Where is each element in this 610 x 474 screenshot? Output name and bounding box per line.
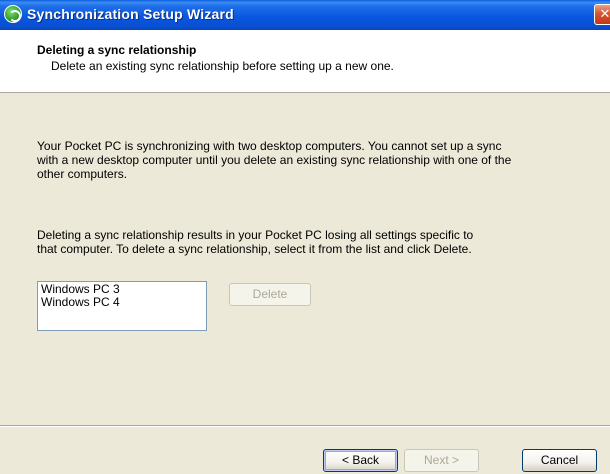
page-subtitle: Delete an existing sync relationship bef… xyxy=(51,59,394,73)
instructions-line: that computer. To delete a sync relation… xyxy=(37,242,472,256)
wizard-header: Deleting a sync relationship Delete an e… xyxy=(0,30,610,93)
instructions-paragraph: Deleting a sync relationship results in … xyxy=(37,228,473,256)
delete-button[interactable]: Delete xyxy=(229,283,311,306)
wizard-window: Synchronization Setup Wizard ✕ Deleting … xyxy=(0,0,610,474)
sync-relationship-list[interactable]: Windows PC 3 Windows PC 4 xyxy=(37,281,207,331)
back-button[interactable]: < Back xyxy=(323,449,398,472)
footer-divider-highlight xyxy=(0,426,610,427)
list-item-windows-pc-4[interactable]: Windows PC 4 xyxy=(41,296,203,309)
page-title: Deleting a sync relationship xyxy=(37,43,197,57)
intro-line: Your Pocket PC is synchronizing with two… xyxy=(37,139,502,153)
window-title: Synchronization Setup Wizard xyxy=(27,6,234,22)
close-icon: ✕ xyxy=(599,6,610,21)
intro-paragraph: Your Pocket PC is synchronizing with two… xyxy=(37,139,511,181)
instructions-line: Deleting a sync relationship results in … xyxy=(37,228,474,242)
title-bar[interactable]: Synchronization Setup Wizard ✕ xyxy=(0,0,610,30)
close-button[interactable]: ✕ xyxy=(594,4,610,25)
intro-line: with a new desktop computer until you de… xyxy=(37,153,512,167)
cancel-button[interactable]: Cancel xyxy=(522,449,597,472)
next-button[interactable]: Next > xyxy=(404,449,479,472)
sync-icon xyxy=(4,5,22,23)
intro-line: other computers. xyxy=(37,167,128,181)
